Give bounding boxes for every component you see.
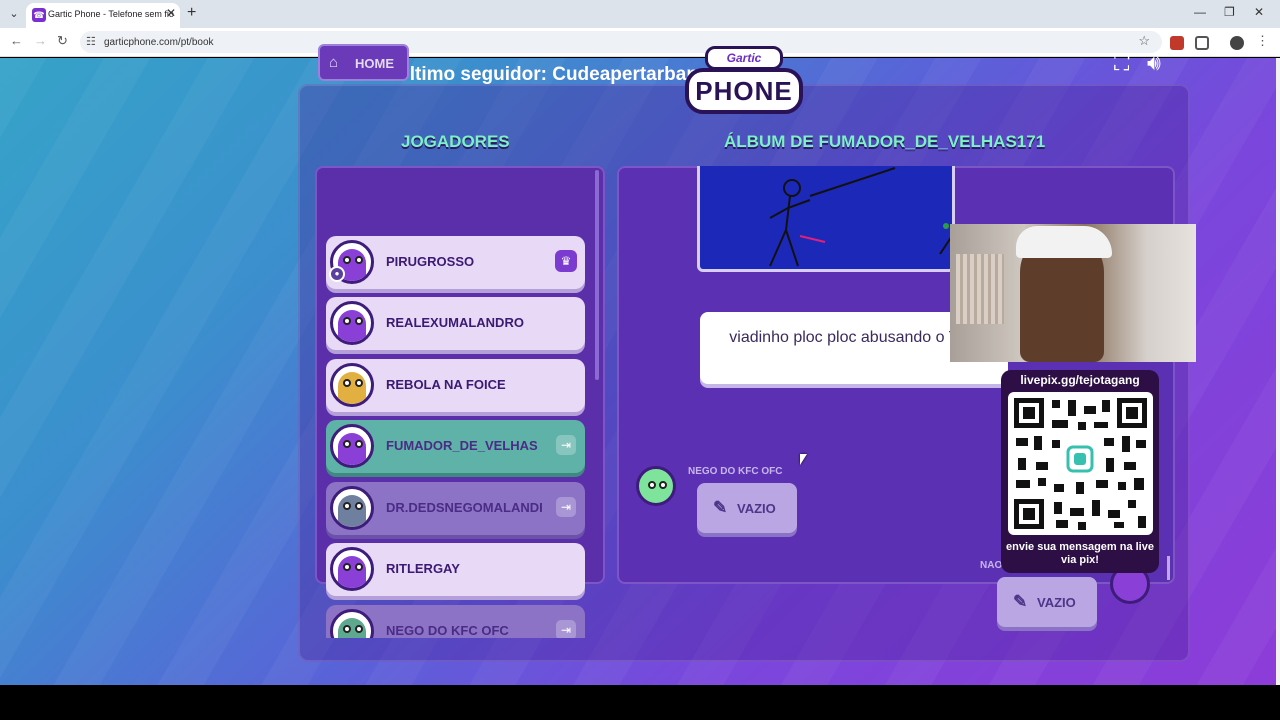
qr-caption: envie sua mensagem na live via pix!: [1006, 541, 1154, 566]
album-title: ÁLBUM DE FUMADOR_DE_VELHAS171: [724, 132, 1046, 151]
tab-title: Gartic Phone - Telefone sem fio: [48, 9, 174, 19]
profile-avatar-icon[interactable]: [1230, 36, 1244, 50]
home-label: HOME: [355, 56, 394, 71]
page-scrollbar[interactable]: [1276, 58, 1280, 685]
qr-url: livepix.gg/tejotagang: [1020, 373, 1140, 387]
reload-icon[interactable]: ↻: [57, 33, 68, 49]
logo-top-text: Gartic: [705, 46, 783, 70]
tab-close-icon[interactable]: ✕: [166, 6, 176, 20]
message-author: NEGO DO KFC OFC: [688, 466, 783, 477]
player-name: NEGO DO KFC OFC: [386, 623, 509, 638]
volume-icon[interactable]: 🔊︎: [1147, 50, 1161, 76]
browser-toolbar: ← → ↻ ☷ garticphone.com/pt/book ☆ ⋮: [0, 28, 1280, 57]
exit-icon: ⇥: [556, 435, 576, 455]
window-close-icon[interactable]: ✕: [1254, 5, 1264, 19]
extension-icon[interactable]: [1170, 36, 1184, 50]
webcam-cap: [1016, 226, 1112, 258]
album-scrollbar[interactable]: [1167, 556, 1170, 580]
minimize-icon[interactable]: —: [1194, 5, 1206, 19]
exit-icon: ⇥: [556, 497, 576, 517]
address-bar[interactable]: ☷ garticphone.com/pt/book ☆: [80, 31, 1162, 53]
players-scrollbar[interactable]: [595, 170, 599, 380]
webcam-overlay: [950, 224, 1196, 362]
player-avatar: [330, 547, 374, 591]
new-tab-icon[interactable]: +: [187, 4, 196, 22]
player-name: RITLERGAY: [386, 561, 460, 576]
tab-search-dropdown-icon[interactable]: ⌄: [6, 6, 22, 22]
restore-icon[interactable]: ❐: [1224, 5, 1235, 19]
forward-icon[interactable]: →: [34, 33, 47, 48]
player-name: REBOLA NA FOICE: [386, 377, 506, 392]
empty-label: VAZIO: [737, 501, 776, 516]
empty-drawing-card: ✎ VAZIO: [697, 483, 797, 533]
player-card: RITLERGAY: [326, 543, 585, 596]
browser-tab-bar: ⌄ ☎ Gartic Phone - Telefone sem fio ✕ + …: [0, 0, 1280, 28]
player-list-clip: NEGO DO KFC OFC ⇥: [315, 600, 605, 638]
crown-icon: ♛: [555, 250, 577, 272]
home-button[interactable]: ⌂ HOME: [318, 44, 409, 81]
player-name: REALEXUMALANDRO: [386, 315, 524, 330]
player-name: FUMADOR_DE_VELHAS: [386, 438, 538, 453]
player-card: ● PIRUGROSSO ♛: [326, 236, 585, 289]
gartic-phone-logo: Gartic PHONE: [683, 44, 805, 118]
browser-tab[interactable]: ☎ Gartic Phone - Telefone sem fio ✕: [26, 3, 180, 28]
menu-dots-icon[interactable]: ⋮: [1256, 33, 1269, 49]
player-card: DR.DEDSNEGOMALANDRO ⇥: [326, 482, 585, 535]
qr-code-icon: [1008, 392, 1153, 535]
player-card-active: FUMADOR_DE_VELHAS ⇥: [326, 420, 585, 473]
players-title: JOGADORES: [401, 132, 510, 151]
player-name: PIRUGROSSO: [386, 254, 475, 269]
fullscreen-icon[interactable]: ⛶: [1114, 50, 1129, 76]
extensions-puzzle-icon[interactable]: [1195, 36, 1209, 50]
pix-qr-overlay: livepix.gg/tejotagang envie sua mensagem…: [1001, 370, 1159, 573]
exit-icon: ⇥: [556, 620, 576, 638]
gartic-favicon-icon: ☎: [32, 8, 46, 22]
pencil-icon: ✎: [1013, 592, 1028, 611]
message-avatar: [636, 466, 676, 506]
pencil-icon: ✎: [713, 498, 728, 517]
empty-drawing-card: ✎ VAZIO: [997, 577, 1097, 627]
owner-user-icon: ●: [329, 266, 345, 282]
player-avatar: [330, 424, 374, 468]
player-name: DR.DEDSNEGOMALANDRO: [386, 500, 542, 515]
url-text: garticphone.com/pt/book: [104, 37, 214, 48]
player-avatar: [330, 301, 374, 345]
player-avatar: [330, 363, 374, 407]
player-avatar: [330, 609, 374, 638]
back-icon[interactable]: ←: [10, 33, 23, 48]
player-card: REALEXUMALANDRO: [326, 297, 585, 350]
player-avatar: [330, 486, 374, 530]
player-card: REBOLA NA FOICE: [326, 359, 585, 412]
bookmark-star-icon[interactable]: ☆: [1138, 33, 1150, 49]
logo-main-text: PHONE: [685, 68, 803, 114]
player-card: NEGO DO KFC OFC ⇥: [326, 605, 585, 638]
drawing-image: [697, 166, 955, 272]
webcam-background-window: [956, 254, 1004, 324]
empty-label: VAZIO: [1037, 595, 1076, 610]
message-author: NAO: [980, 560, 1003, 571]
mouse-cursor-icon: [800, 454, 807, 465]
site-info-icon[interactable]: ☷: [86, 35, 96, 48]
home-icon: ⌂: [329, 54, 339, 71]
